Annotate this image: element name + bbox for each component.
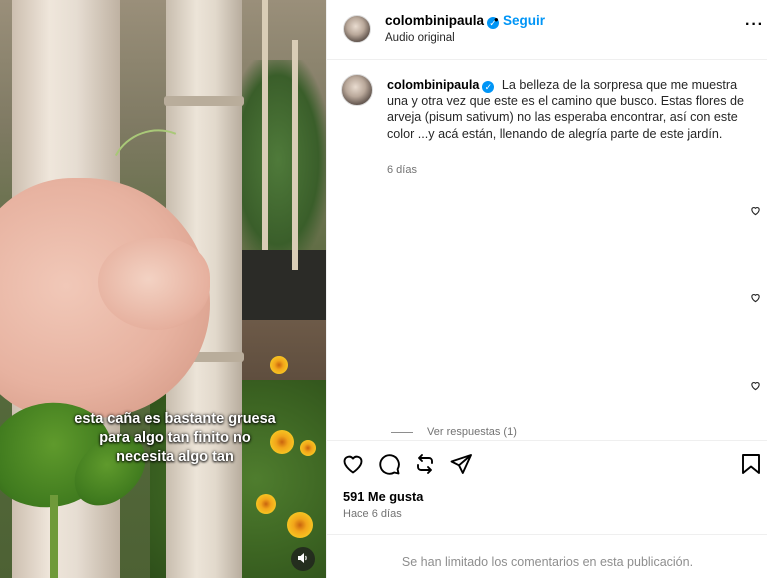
comments-section[interactable]: colombinipaula ✓ La belleza de la sorpres… <box>327 60 767 440</box>
username-text: colombinipaula <box>385 13 485 28</box>
separator-dot: • <box>494 12 499 27</box>
thumb <box>98 238 210 330</box>
video-caption: esta caña es bastante gruesa para algo t… <box>30 410 320 467</box>
like-heart-icon[interactable] <box>341 452 365 476</box>
share-send-icon[interactable] <box>449 452 473 476</box>
bamboo-stick <box>292 40 298 270</box>
repost-icon[interactable] <box>413 452 437 476</box>
caption-username[interactable]: colombinipaula ✓ <box>387 78 495 93</box>
avatar[interactable] <box>341 74 373 106</box>
post-header: colombinipaula ✓ • Seguir Audio original … <box>327 0 767 60</box>
post-media-video[interactable]: esta caña es bastante gruesa para algo t… <box>0 0 326 578</box>
view-replies-button[interactable]: Ver respuestas (1) <box>391 426 517 438</box>
save-bookmark-icon[interactable] <box>739 452 763 476</box>
garden-bed <box>235 250 326 330</box>
cane-node <box>164 96 244 106</box>
volume-icon[interactable] <box>291 547 315 571</box>
background-foliage <box>230 60 326 260</box>
audio-link[interactable]: Audio original <box>385 32 455 44</box>
username-link[interactable]: colombinipaula ✓ <box>385 13 500 29</box>
post-caption: colombinipaula ✓ La belleza de la sorpres… <box>387 77 757 142</box>
more-options-icon[interactable]: ··· <box>745 16 764 34</box>
caption-line: necesita algo tan <box>116 449 234 465</box>
comment-bubble-icon[interactable] <box>377 452 401 476</box>
comment-like-heart-icon[interactable] <box>750 292 761 306</box>
view-replies-label: Ver respuestas (1) <box>427 426 517 438</box>
comments-limited-notice: Se han limitado los comentarios en esta … <box>327 534 767 578</box>
marigold-flower <box>287 512 313 538</box>
follow-button[interactable]: Seguir <box>503 13 545 28</box>
replies-divider <box>391 431 413 433</box>
username-text: colombinipaula <box>387 78 480 92</box>
avatar[interactable] <box>343 15 371 43</box>
comment-like-heart-icon[interactable] <box>750 380 761 394</box>
post-actions: 591 Me gusta Hace 6 días <box>327 440 767 534</box>
marigold-flower <box>256 494 276 514</box>
post-side-panel: colombinipaula ✓ • Seguir Audio original … <box>326 0 767 578</box>
post-date[interactable]: Hace 6 días <box>343 508 402 520</box>
bamboo-stick <box>262 0 268 250</box>
pea-stem <box>50 495 58 578</box>
marigold-flower <box>270 356 288 374</box>
comment-like-heart-icon[interactable] <box>750 205 761 219</box>
caption-line: para algo tan finito no <box>99 430 251 446</box>
caption-line: esta caña es bastante gruesa <box>74 411 276 427</box>
caption-timestamp[interactable]: 6 días <box>387 164 417 176</box>
likes-count[interactable]: 591 Me gusta <box>343 489 423 504</box>
verified-badge-icon: ✓ <box>482 81 495 93</box>
